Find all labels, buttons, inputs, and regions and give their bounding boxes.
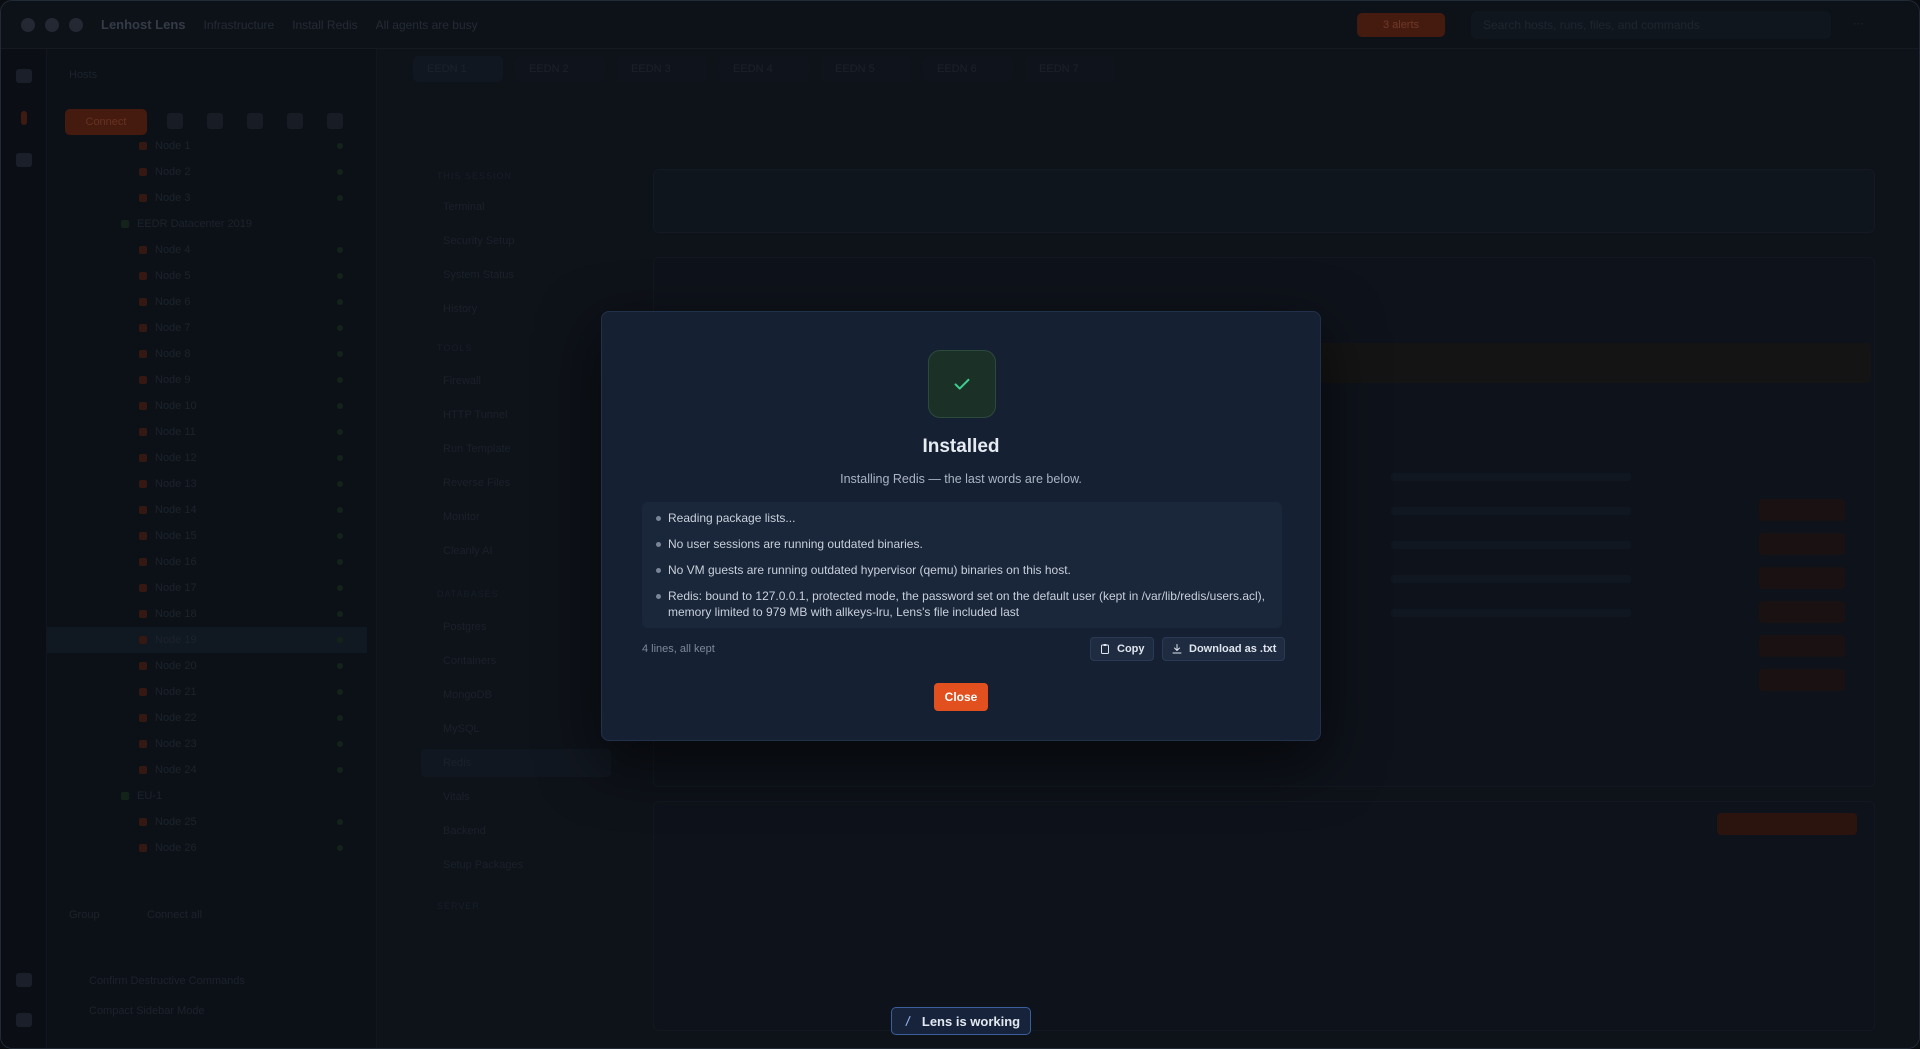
status-pill[interactable]: Lens is working [891,1007,1031,1035]
check-icon [928,350,996,418]
clipboard-icon [1101,644,1109,654]
log-line: No VM guests are running outdated hyperv… [656,562,1268,578]
close-button[interactable]: Close [934,683,988,711]
copy-button[interactable]: Copy [1090,637,1154,661]
app-window: Lenhost Lens Infrastructure Install Redi… [0,0,1920,1049]
install-result-dialog: Installed Installing Redis — the last wo… [601,311,1321,741]
download-label: Download as .txt [1189,643,1277,655]
status-pill-label: Lens is working [921,1013,1021,1029]
download-icon [1172,644,1182,654]
spinner-icon [905,1015,911,1027]
download-txt-button[interactable]: Download as .txt [1162,637,1286,661]
copy-label: Copy [1117,643,1145,655]
install-log: Reading package lists... No user session… [642,502,1282,628]
log-line: Reading package lists... [656,510,1268,526]
dialog-title: Installed [922,436,1000,457]
log-count: 4 lines, all kept [642,643,715,655]
log-line: Redis: bound to 127.0.0.1, protected mod… [656,588,1268,620]
dialog-subtitle: Installing Redis — the last words are be… [840,472,1082,486]
log-line: No user sessions are running outdated bi… [656,536,1268,552]
